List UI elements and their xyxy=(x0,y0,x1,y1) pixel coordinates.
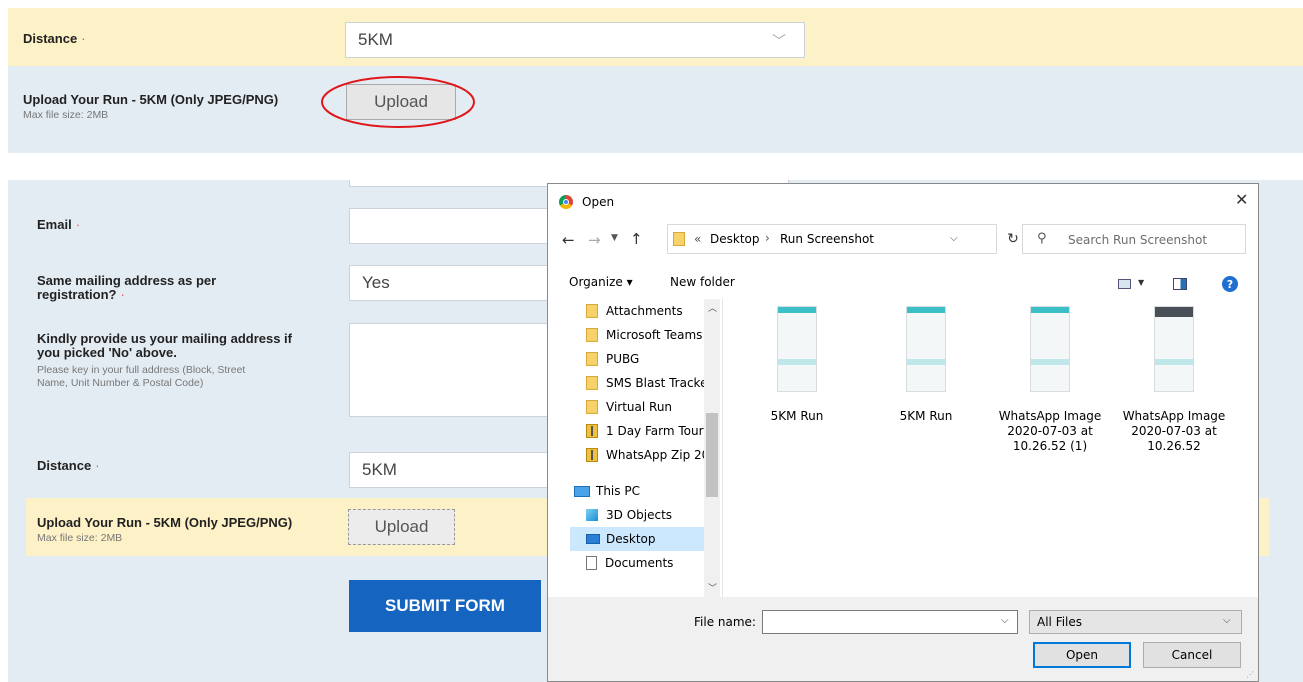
file-name-input[interactable]: ⌵ xyxy=(762,610,1018,634)
tree-item[interactable]: SMS Blast Tracke xyxy=(570,371,718,395)
required-mark: · xyxy=(81,31,86,46)
tree-item[interactable]: Attachments xyxy=(570,299,718,323)
preview-pane-icon[interactable] xyxy=(1173,278,1187,290)
image-thumbnail xyxy=(777,306,817,392)
chevron-down-icon: ⌵ xyxy=(1223,615,1231,626)
upload-label: Upload Your Run - 5KM (Only JPEG/PNG) xyxy=(37,515,293,530)
tree-item[interactable]: Virtual Run xyxy=(570,395,718,419)
email-field[interactable] xyxy=(349,208,549,244)
back-arrow-icon[interactable]: ← xyxy=(562,231,575,249)
upload-hint: Max file size: 2MB xyxy=(37,532,123,544)
cancel-button[interactable]: Cancel xyxy=(1143,642,1241,668)
image-thumbnail xyxy=(1154,306,1194,392)
mailing-address-hint: Please key in your full address (Block, … xyxy=(37,364,246,389)
file-name: WhatsApp Image 2020-07-03 at 10.26.52 (1… xyxy=(998,409,1102,453)
folder-icon xyxy=(586,328,598,342)
file-item[interactable]: WhatsApp Image 2020-07-03 at 10.26.52 (1… xyxy=(998,306,1102,454)
top-distance-label: Distance · xyxy=(23,31,86,46)
file-name: 5KM Run xyxy=(770,409,824,423)
chrome-icon xyxy=(559,195,573,209)
tree-item[interactable]: 1 Day Farm Tour xyxy=(570,419,718,443)
chevron-down-icon: ﹀ xyxy=(772,33,786,49)
file-name: WhatsApp Image 2020-07-03 at 10.26.52 xyxy=(1122,409,1226,453)
computer-icon xyxy=(574,485,590,497)
image-thumbnail xyxy=(1030,306,1070,392)
help-icon[interactable]: ? xyxy=(1222,276,1238,292)
image-thumbnail xyxy=(906,306,946,392)
chevron-down-icon[interactable]: ⌵ xyxy=(1001,615,1009,626)
file-item[interactable]: 5KM Run xyxy=(882,306,970,424)
up-arrow-icon[interactable]: ↑ xyxy=(630,230,643,248)
navigation-pane: Attachments Microsoft Teams PUBG SMS Bla… xyxy=(570,299,718,597)
path-desktop[interactable]: Desktop xyxy=(710,232,760,246)
top-distance-value: 5KM xyxy=(358,30,393,49)
search-placeholder: Search Run Screenshot xyxy=(1068,233,1208,247)
recent-chevron-icon[interactable]: ▼ xyxy=(611,233,618,243)
top-distance-select[interactable]: 5KM ﹀ xyxy=(345,22,805,58)
tree-item-desktop[interactable]: Desktop xyxy=(570,527,718,551)
folder-icon xyxy=(586,376,598,390)
tree-item[interactable]: PUBG xyxy=(570,347,718,371)
forward-arrow-icon[interactable]: → xyxy=(588,231,601,249)
tree-item-this-pc[interactable]: This PC xyxy=(570,479,718,503)
distance-label: Distance · xyxy=(37,458,100,473)
file-name: 5KM Run xyxy=(899,409,953,423)
organize-menu[interactable]: Organize ▾ xyxy=(569,275,633,289)
scroll-thumb[interactable] xyxy=(706,413,718,497)
folder-icon xyxy=(586,400,598,414)
nav-scrollbar[interactable]: ︿ ﹀ xyxy=(704,299,720,597)
annotation-circle xyxy=(321,76,475,128)
chevron-down-icon[interactable]: ⌵ xyxy=(950,233,958,244)
file-type-value: All Files xyxy=(1037,615,1083,629)
zip-folder-icon xyxy=(586,424,598,438)
tree-item-3d-objects[interactable]: 3D Objects xyxy=(570,503,718,527)
open-file-dialog: Open ✕ ← → ▼ ↑ « Desktop › Run Screensho… xyxy=(547,183,1259,682)
folder-icon xyxy=(586,352,598,366)
search-icon: ⚲ xyxy=(1037,231,1047,246)
mailing-address-textarea[interactable] xyxy=(349,323,549,417)
path-prefix: « xyxy=(694,232,702,246)
tree-item[interactable]: Microsoft Teams xyxy=(570,323,718,347)
tree-item[interactable]: WhatsApp Zip 20 xyxy=(570,443,718,467)
desktop-icon xyxy=(586,534,600,544)
view-chevron-icon[interactable]: ▼ xyxy=(1138,278,1144,287)
distance-select[interactable]: 5KM xyxy=(349,452,549,488)
file-name-label: File name: xyxy=(694,615,756,629)
pane-divider xyxy=(722,299,723,597)
search-box[interactable]: ⚲ Search Run Screenshot xyxy=(1022,224,1246,254)
path-separator: › xyxy=(765,231,770,245)
file-type-select[interactable]: All Files ⌵ xyxy=(1029,610,1242,634)
scroll-up-icon[interactable]: ︿ xyxy=(708,301,717,314)
zip-folder-icon xyxy=(586,448,598,462)
same-address-label: Same mailing address as per registration… xyxy=(37,273,217,302)
document-icon xyxy=(586,556,597,570)
resize-grip-icon[interactable]: ⋰ xyxy=(1246,670,1254,679)
file-item[interactable]: WhatsApp Image 2020-07-03 at 10.26.52 xyxy=(1122,306,1226,454)
top-upload-hint: Max file size: 2MB xyxy=(23,109,109,121)
folder-icon xyxy=(586,304,598,318)
distance-value: 5KM xyxy=(362,460,397,479)
tree-item-documents[interactable]: Documents xyxy=(570,551,718,575)
view-options-icon[interactable] xyxy=(1118,279,1131,289)
top-upload-label: Upload Your Run - 5KM (Only JPEG/PNG) xyxy=(23,92,279,107)
cube-icon xyxy=(586,509,598,521)
scroll-down-icon[interactable]: ﹀ xyxy=(708,581,717,594)
open-button[interactable]: Open xyxy=(1033,642,1131,668)
dialog-title: Open xyxy=(582,195,615,209)
path-run-screenshot[interactable]: Run Screenshot xyxy=(780,232,874,246)
same-address-select[interactable]: Yes xyxy=(349,265,549,301)
file-item[interactable]: 5KM Run xyxy=(753,306,841,424)
submit-form-button[interactable]: SUBMIT FORM xyxy=(349,580,541,632)
close-icon[interactable]: ✕ xyxy=(1235,190,1248,209)
folder-icon xyxy=(673,232,685,246)
email-label: Email · xyxy=(37,217,81,232)
new-folder-button[interactable]: New folder xyxy=(670,275,735,289)
mailing-address-label: Kindly provide us your mailing address i… xyxy=(37,331,292,360)
upload-button[interactable]: Upload xyxy=(348,509,455,545)
address-bar[interactable]: « Desktop › Run Screenshot ⌵ xyxy=(667,224,997,254)
same-address-value: Yes xyxy=(362,273,390,292)
